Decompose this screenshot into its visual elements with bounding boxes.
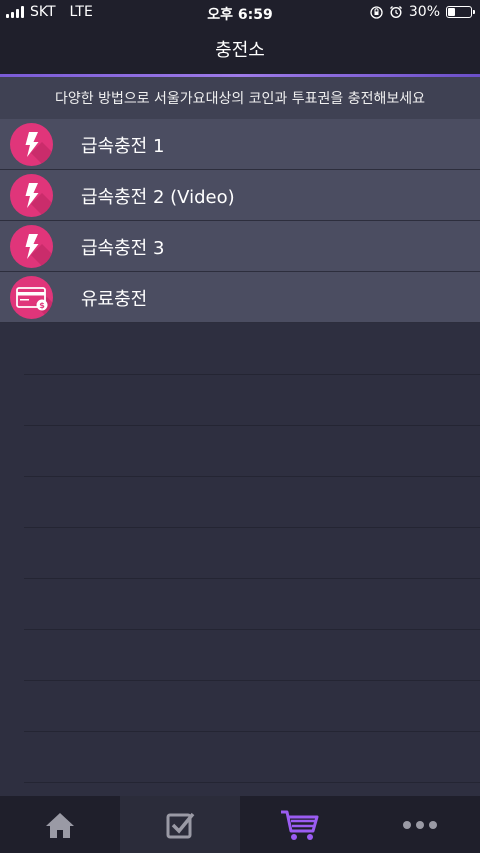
- row-divider: [24, 629, 480, 630]
- charging-station-screen: SKT LTE 오후 6:59 30% 충전소 다양한 방법으로 서울가요대상의…: [0, 0, 480, 853]
- lightning-icon: [10, 225, 53, 268]
- checkbox-icon: [166, 812, 195, 838]
- menu-item-label: 급속충전 2 (Video): [81, 186, 235, 208]
- tab-bar: [0, 796, 480, 853]
- row-divider: [24, 680, 480, 681]
- tab-more[interactable]: [360, 796, 480, 853]
- row-divider: [24, 476, 480, 477]
- row-divider: [24, 425, 480, 426]
- row-divider: [24, 782, 480, 783]
- tab-home[interactable]: [0, 796, 120, 853]
- empty-list-area: [0, 323, 480, 796]
- menu-item-label: 급속충전 3: [81, 237, 165, 259]
- credit-card-icon: $: [10, 276, 53, 319]
- menu-item-fast-charge-1[interactable]: 급속충전 1: [0, 119, 480, 170]
- row-divider: [24, 527, 480, 528]
- alarm-icon: [389, 6, 402, 19]
- notice-text: 다양한 방법으로 서울가요대상의 코인과 투표권을 충전해보세요: [54, 91, 425, 107]
- cart-icon: [281, 810, 319, 840]
- menu-item-label: 유료충전: [81, 288, 148, 310]
- lightning-icon: [10, 174, 53, 217]
- page-title: 충전소: [215, 40, 265, 61]
- orientation-lock-icon: [370, 5, 383, 19]
- menu-item-fast-charge-3[interactable]: 급속충전 3: [0, 221, 480, 272]
- battery-icon: [446, 6, 475, 18]
- home-icon: [46, 812, 74, 838]
- tab-checklist[interactable]: [120, 796, 240, 853]
- tab-shop[interactable]: [240, 796, 360, 853]
- menu-item-label: 급속충전 1: [81, 135, 165, 157]
- charge-menu-list: 급속충전 1 급속충전 2 (Video) 급속충전 3 $ 유료충전: [0, 119, 480, 323]
- page-header: 충전소: [0, 24, 480, 74]
- menu-item-fast-charge-2-video[interactable]: 급속충전 2 (Video): [0, 170, 480, 221]
- battery-percent: 30%: [408, 4, 440, 20]
- lightning-icon: [10, 123, 53, 166]
- row-divider: [24, 731, 480, 732]
- status-bar: SKT LTE 오후 6:59 30%: [0, 0, 480, 24]
- svg-text:$: $: [39, 301, 45, 310]
- menu-item-paid-charge[interactable]: $ 유료충전: [0, 272, 480, 323]
- row-divider: [24, 374, 480, 375]
- notice-banner: 다양한 방법으로 서울가요대상의 코인과 투표권을 충전해보세요: [0, 77, 480, 119]
- status-right: 30%: [370, 4, 475, 20]
- row-divider: [24, 578, 480, 579]
- more-icon: [403, 820, 437, 829]
